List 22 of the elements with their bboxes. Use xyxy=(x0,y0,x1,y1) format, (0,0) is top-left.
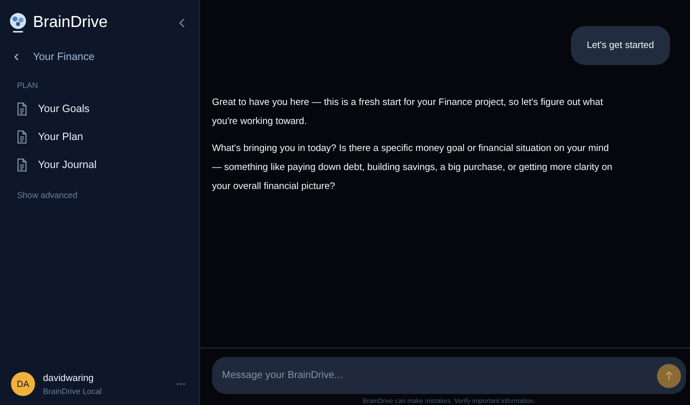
sidebar-item[interactable]: Your Journal xyxy=(15,155,199,174)
section-label: PLAN xyxy=(17,81,39,90)
user-message: Let's get started xyxy=(570,26,670,65)
arrow-up-icon xyxy=(665,370,673,380)
brain-logo-icon xyxy=(8,12,28,34)
user-name: davidwaring xyxy=(43,372,95,384)
message-field[interactable]: Message your BrainDrive... xyxy=(212,357,686,394)
document-icon xyxy=(15,158,29,172)
message-input[interactable]: Message your BrainDrive... xyxy=(220,369,657,382)
user-subtitle: BrainDrive Local xyxy=(43,386,103,396)
sidebar-item[interactable]: Your Plan xyxy=(15,127,199,146)
user-avatar: DA xyxy=(11,372,35,396)
document-icon xyxy=(15,130,29,144)
project-title[interactable]: Your Finance xyxy=(33,51,94,63)
brand-name: BrainDrive xyxy=(33,14,108,32)
show-advanced-link[interactable]: Show advanced xyxy=(17,190,199,200)
collapse-chevron-icon[interactable] xyxy=(179,18,185,28)
back-chevron-icon[interactable] xyxy=(14,53,19,61)
sidebar-item[interactable]: Your Goals xyxy=(15,99,199,118)
assistant-message: What's bringing you in today? Is there a specific money goal or financial situation on your mind — something like paying down debt, building savings, a big purchase, or getting more clarity on your overall financial picture? xyxy=(212,142,614,194)
document-icon xyxy=(15,102,29,116)
assistant-message: Great to have you here — this is a fresh start for your Finance project, so let's figure out what you're working toward. xyxy=(212,96,604,129)
